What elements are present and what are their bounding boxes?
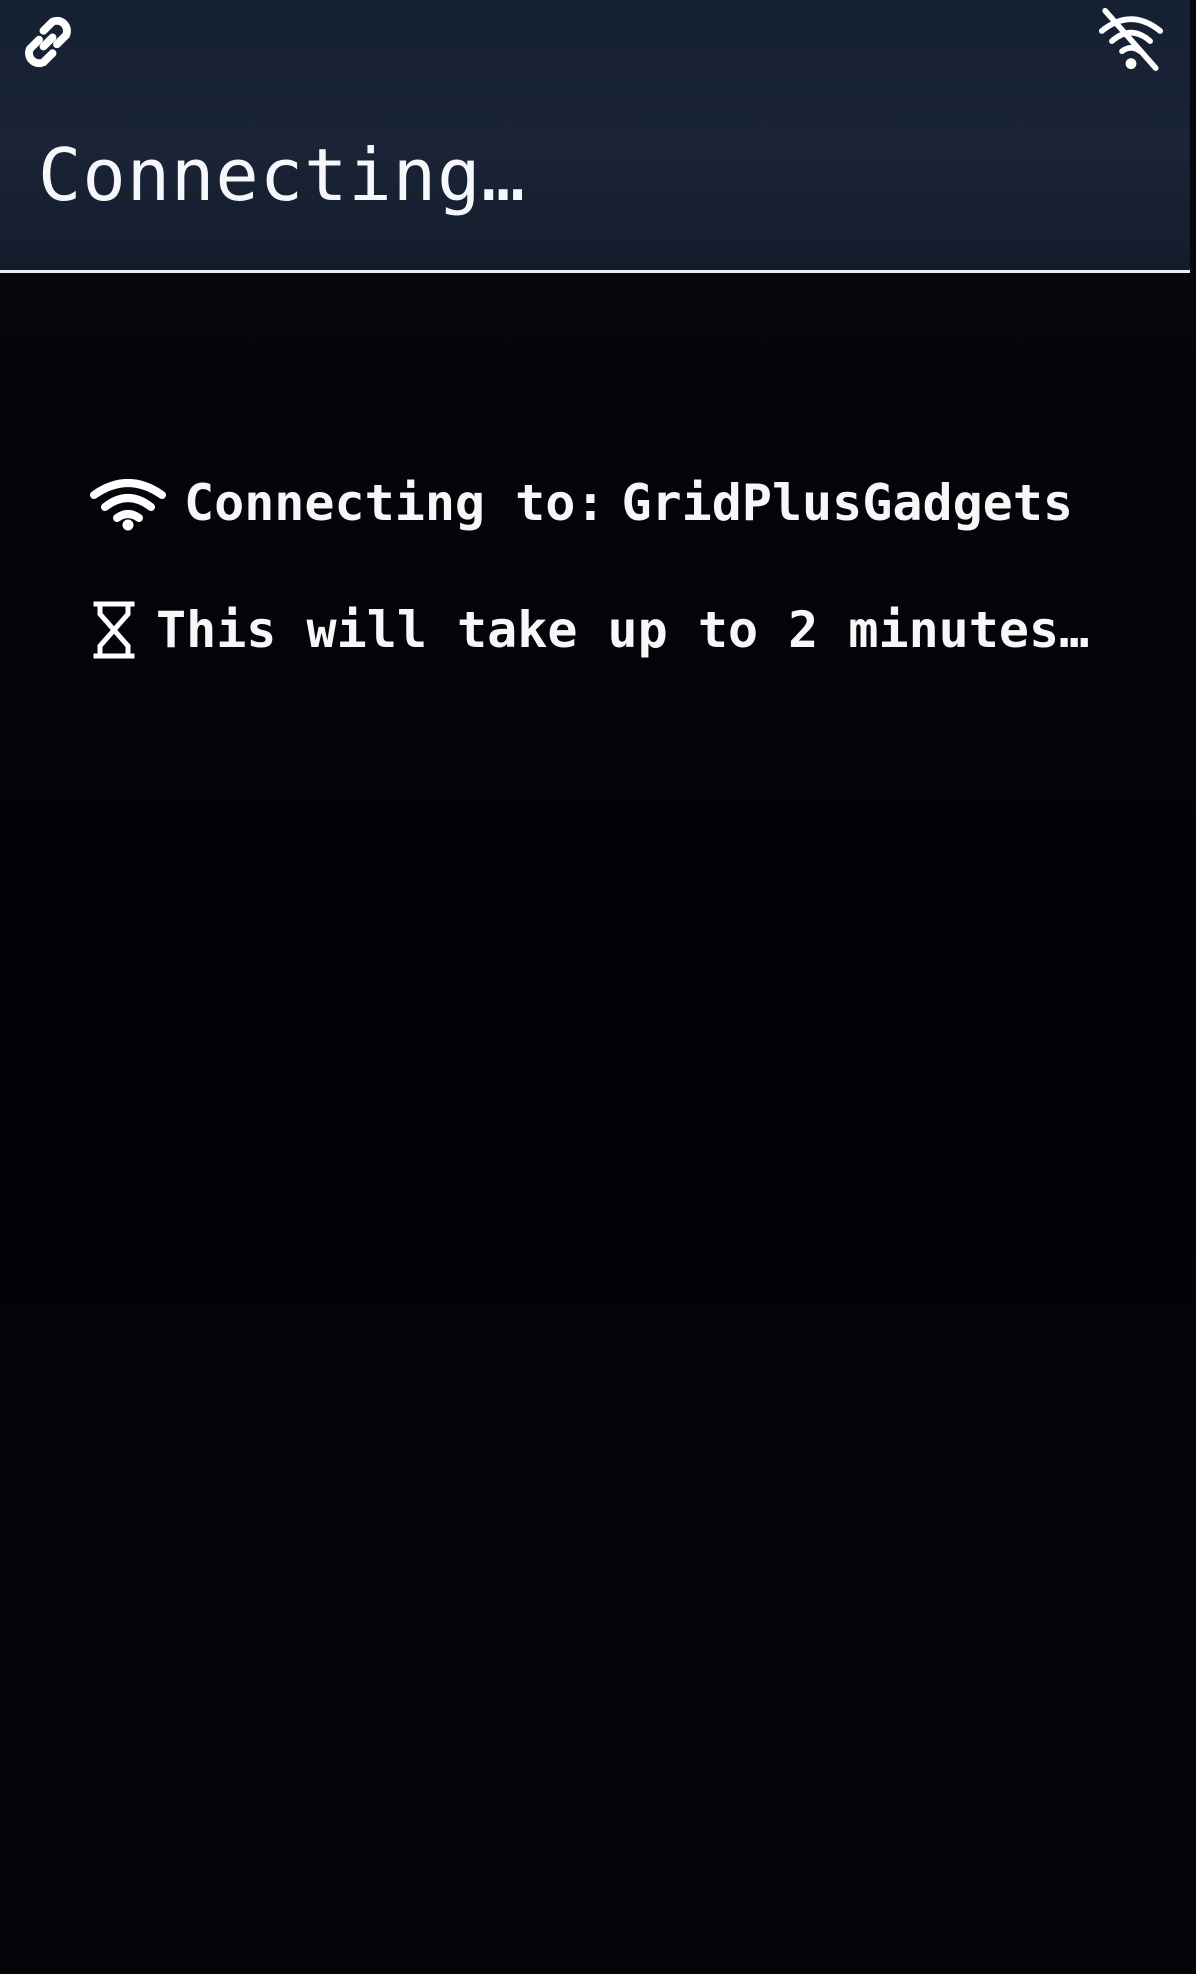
screen: Connecting… Connecting to: GridPlusGadge… bbox=[0, 0, 1196, 1974]
duration-line: This will take up to 2 minutes… bbox=[88, 599, 1089, 661]
connecting-label: Connecting to: bbox=[184, 474, 606, 532]
wifi-off-icon bbox=[1098, 7, 1164, 71]
network-name: GridPlusGadgets bbox=[621, 474, 1073, 532]
header: Connecting… bbox=[0, 0, 1190, 273]
link-icon bbox=[25, 16, 71, 68]
duration-message: This will take up to 2 minutes… bbox=[156, 601, 1090, 659]
status-bar bbox=[0, 0, 1190, 80]
connecting-line: Connecting to: GridPlusGadgets bbox=[88, 473, 1073, 533]
wifi-icon bbox=[90, 479, 166, 531]
page-title: Connecting… bbox=[38, 133, 526, 217]
hourglass-icon bbox=[93, 601, 135, 659]
connection-status-panel: Connecting to: GridPlusGadgets This will… bbox=[0, 273, 1196, 1974]
